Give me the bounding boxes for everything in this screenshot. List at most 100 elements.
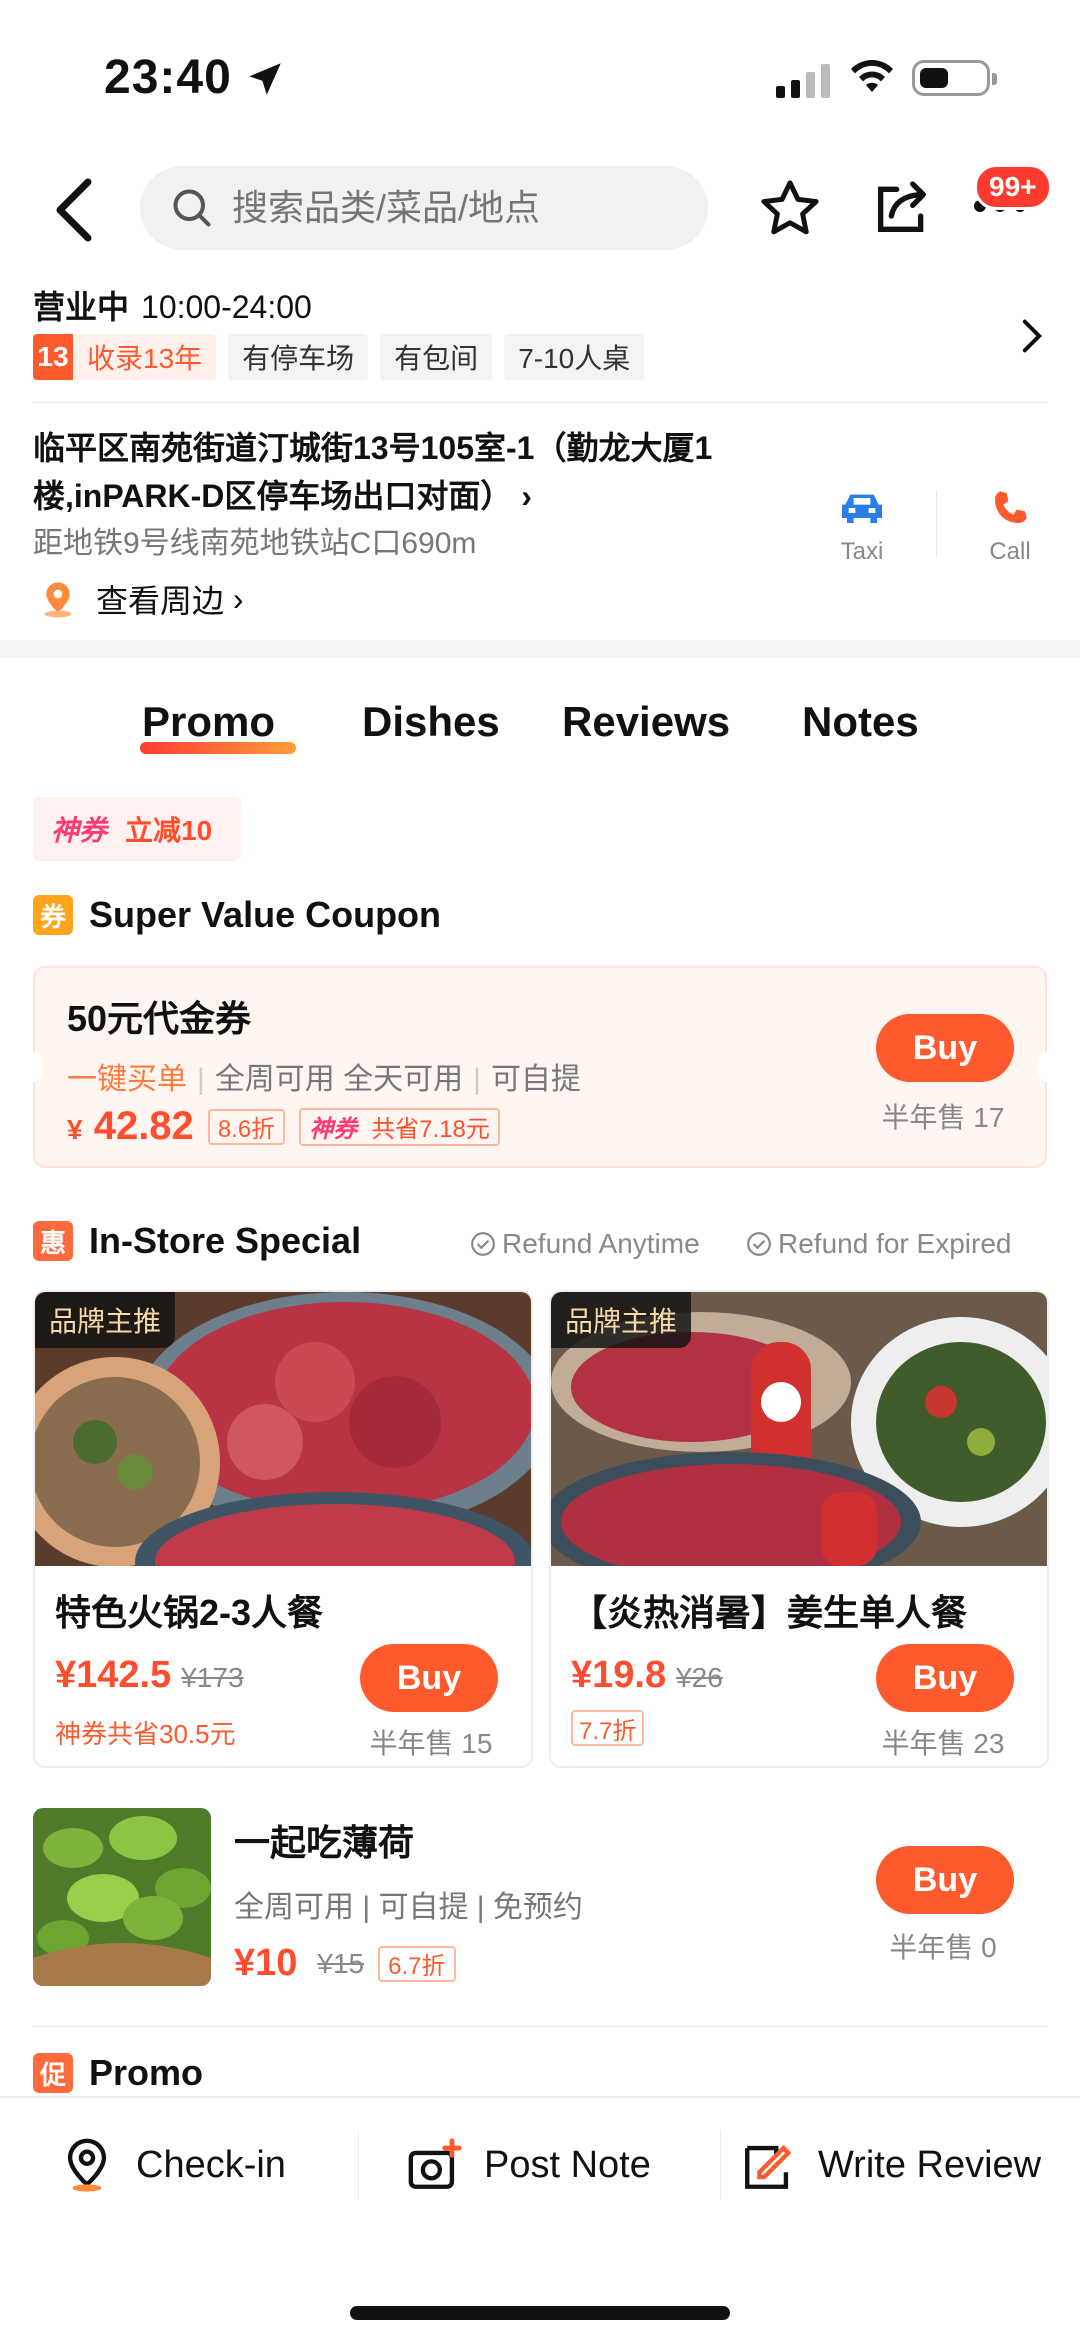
section-title-text: Promo (89, 2052, 204, 2093)
call-button[interactable]: Call (960, 488, 1060, 566)
camera-plus-icon (408, 2138, 462, 2189)
coupon-notch (1038, 1052, 1056, 1082)
discount-badge: 8.6折 (207, 1108, 286, 1145)
nearby-label: 查看周边 (96, 583, 225, 619)
brand-recommend-tag: 品牌主推 (35, 1292, 176, 1348)
post-note-button[interactable]: Post Note (406, 2136, 651, 2194)
checkin-button[interactable]: Check-in (58, 2136, 286, 2194)
search-icon (173, 189, 211, 227)
post-note-label: Post Note (484, 2143, 651, 2186)
product-price-row: ¥142.5 ¥173 (55, 1654, 244, 1697)
divider (936, 490, 937, 556)
shen-brand: 神券 (309, 1116, 358, 1143)
years-number: 13 (33, 334, 73, 380)
tag-table-size: 7-10人桌 (504, 334, 645, 380)
favorite-star-icon[interactable] (756, 176, 824, 242)
checkin-label: Check-in (136, 2143, 286, 2186)
wifi-icon (851, 60, 893, 92)
coupon-sold-count: 半年售 17 (881, 1102, 1005, 1133)
check-circle-icon (747, 1232, 771, 1256)
mint-buy-button[interactable]: Buy (876, 1846, 1014, 1914)
product-title: 【炎热消暑】姜生单人餐 (571, 1592, 968, 1633)
store-tags: 13 收录13年 有停车场 有包间 7-10人桌 (33, 334, 645, 380)
hours: 10:00-24:00 (141, 289, 312, 325)
search-input[interactable] (232, 187, 652, 229)
refund-expired-badge: Refund for Expired (746, 1228, 1011, 1260)
write-review-button[interactable]: Write Review (740, 2136, 1041, 2194)
mint-features: 全周可用 | 可自提 | 免预约 (234, 1891, 583, 1924)
tab-dishes[interactable]: Dishes (362, 698, 500, 746)
original-price: ¥173 (181, 1662, 244, 1693)
feature-one-click: 一键买单 (67, 1063, 187, 1096)
coupon-section-title: 券 Super Value Coupon (33, 894, 441, 936)
mint-product-image[interactable] (33, 1808, 211, 1986)
search-bar[interactable] (140, 166, 708, 250)
tab-reviews[interactable]: Reviews (562, 698, 730, 746)
address-text: 临平区南苑街道汀城街13号105室-1（勤龙大厦1楼,inPARK-D区停车场出… (33, 430, 713, 514)
home-indicator[interactable] (350, 2306, 730, 2320)
section-title-text: Super Value Coupon (89, 894, 442, 935)
tag-parking: 有停车场 (228, 334, 369, 380)
subway-distance: 距地铁9号线南苑地铁站C口690m (33, 527, 477, 560)
taxi-label: Taxi (840, 538, 884, 565)
save-text: 共省7.18元 (371, 1116, 490, 1143)
price-value: 42.82 (93, 1104, 194, 1148)
back-icon[interactable] (52, 178, 96, 242)
hotpot-buy-button[interactable]: Buy (360, 1644, 498, 1712)
open-status: 营业中 (33, 289, 130, 325)
nearby-pin-icon (44, 582, 72, 618)
product-sold-count: 半年售 15 (369, 1728, 493, 1759)
promo-section-title: 促 Promo (33, 2052, 203, 2094)
notification-badge: 99+ (974, 164, 1052, 210)
product-price: ¥19.8 (571, 1654, 667, 1696)
product-price: ¥142.5 (55, 1654, 172, 1696)
write-review-label: Write Review (818, 2143, 1042, 2186)
guarantee-text: Refund for Expired (778, 1228, 1012, 1259)
divider (33, 402, 1047, 403)
edit-review-icon (745, 2145, 792, 2189)
tag-private-room: 有包间 (380, 334, 493, 380)
years-label: 收录13年 (87, 343, 203, 374)
call-label: Call (989, 538, 1031, 565)
mint-price-row: ¥10 ¥15 6.7折 (234, 1942, 456, 1985)
coupon-price-row: ¥ 42.82 8.6折 神券 共省7.18元 (67, 1104, 500, 1149)
tab-promo[interactable]: Promo (142, 698, 275, 746)
coupon-price: ¥ 42.82 (67, 1104, 194, 1149)
divider (33, 2026, 1047, 2027)
years-tag: 13 收录13年 (33, 334, 217, 380)
discount-icon: 惠 (33, 1221, 73, 1261)
share-icon[interactable] (870, 176, 934, 240)
tab-notes[interactable]: Notes (802, 698, 919, 746)
location-arrow-icon (249, 63, 281, 95)
cellular-signal-icon (776, 62, 830, 98)
brand-recommend-tag: 品牌主推 (551, 1292, 692, 1348)
coupon-notch (24, 1052, 42, 1082)
business-hours[interactable]: 营业中 10:00-24:00 (33, 282, 312, 328)
mint-sold-count: 半年售 0 (889, 1932, 997, 1963)
view-nearby-link[interactable]: 查看周边 › (38, 576, 244, 622)
battery-icon (912, 60, 997, 96)
location-pin-icon (67, 2138, 107, 2192)
store-address[interactable]: 临平区南苑街道汀城街13号105室-1（勤龙大厦1楼,inPARK-D区停车场出… (33, 424, 793, 520)
product-price-row: ¥19.8 ¥26 (571, 1654, 723, 1697)
shen-save-badge: 神券 共省7.18元 (299, 1107, 500, 1146)
mint-price: ¥10 (234, 1942, 298, 1984)
guarantee-text: Refund Anytime (502, 1228, 700, 1259)
shen-save-text: 神券共省30.5元 (55, 1719, 236, 1749)
coupon-title: 50元代金券 (67, 998, 252, 1039)
taxi-button[interactable]: Taxi (812, 488, 912, 566)
divider (720, 2130, 721, 2200)
status-time: 23:40 (104, 51, 232, 104)
instore-section-title: 惠 In-Store Special (33, 1220, 361, 1262)
divider (358, 2130, 359, 2200)
shen-coupon-tag[interactable]: 神券 立减10 (33, 797, 241, 861)
original-price: ¥15 (317, 1947, 365, 1979)
discount-badge: 7.7折 (571, 1710, 645, 1746)
section-title-text: In-Store Special (89, 1220, 362, 1261)
check-circle-icon (471, 1232, 495, 1256)
coupon-buy-button[interactable]: Buy (876, 1014, 1014, 1082)
coupon-features: 一键买单 | 全周可用 全天可用 | 可自提 (67, 1063, 581, 1096)
single-meal-buy-button[interactable]: Buy (876, 1644, 1014, 1712)
chevron-right-icon[interactable] (1020, 318, 1044, 354)
car-icon (842, 494, 882, 523)
